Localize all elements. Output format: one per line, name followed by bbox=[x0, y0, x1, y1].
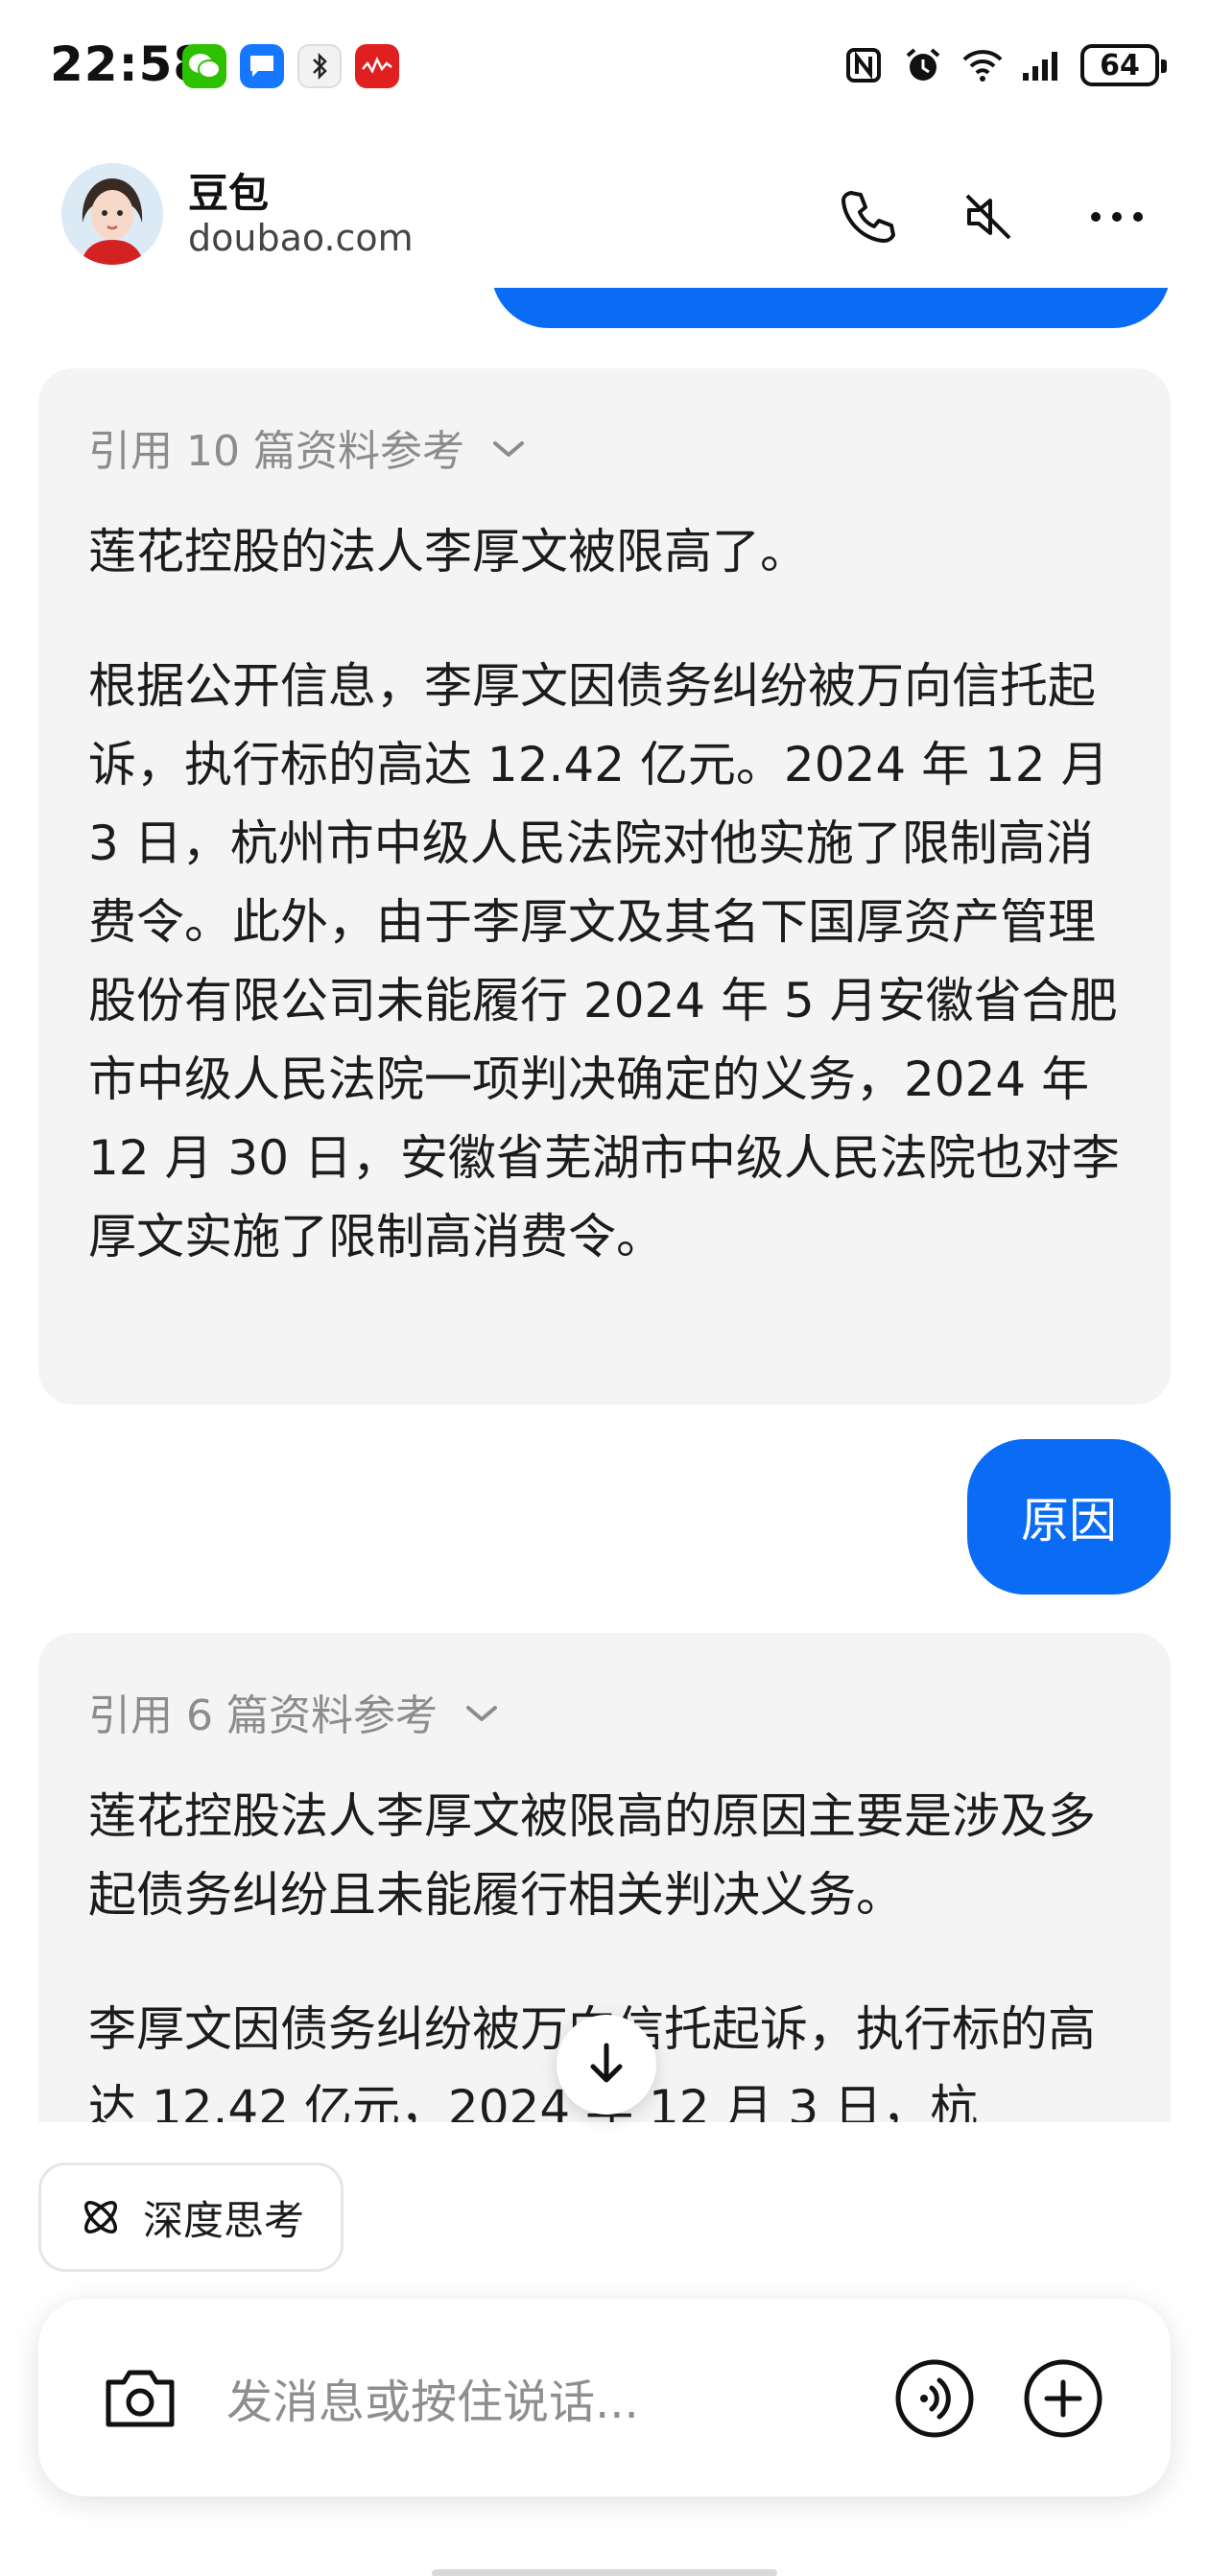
camera-icon bbox=[106, 2370, 175, 2427]
more-icon bbox=[1091, 212, 1143, 222]
chat-area[interactable]: 引用 10 篇资料参考 莲花控股的法人李厚文被限高了。 根据公开信息，李厚文因债… bbox=[0, 288, 1209, 2130]
more-button[interactable] bbox=[1079, 178, 1155, 255]
reply-paragraph: 莲花控股法人李厚文被限高的原因主要是涉及多起债务纠纷且未能履行相关判决义务。 bbox=[88, 1788, 1096, 1923]
deep-think-label: 深度思考 bbox=[143, 2196, 305, 2244]
avatar[interactable] bbox=[61, 163, 163, 265]
phone-button[interactable] bbox=[829, 178, 906, 255]
references-toggle[interactable]: 引用 10 篇资料参考 bbox=[88, 416, 1121, 478]
arrow-down-icon bbox=[590, 2043, 623, 2083]
references-label: 引用 10 篇资料参考 bbox=[88, 427, 464, 476]
message-input-bar: 发消息或按住说话... bbox=[38, 2299, 1171, 2496]
camera-button[interactable] bbox=[94, 2352, 186, 2445]
contact-name: 豆包 bbox=[188, 170, 270, 217]
plus-circle-icon bbox=[1024, 2359, 1102, 2438]
phone-icon bbox=[842, 191, 895, 243]
references-label: 引用 6 篇资料参考 bbox=[88, 1691, 438, 1740]
previous-user-bubble bbox=[491, 288, 1171, 328]
status-system-icons: 64 bbox=[842, 44, 1167, 86]
signal-icon bbox=[1021, 44, 1063, 86]
chevron-down-icon bbox=[492, 441, 524, 457]
home-indicator bbox=[432, 2569, 777, 2576]
reply-paragraph: 莲花控股的法人李厚文被限高了。 bbox=[88, 524, 808, 579]
battery-level: 64 bbox=[1100, 48, 1140, 83]
message-input[interactable]: 发消息或按住说话... bbox=[226, 2364, 639, 2431]
nfc-icon bbox=[842, 44, 885, 86]
reply-paragraph: 根据公开信息，李厚文因债务纠纷被万向信托起诉，执行标的高达 12.42 亿元。2… bbox=[88, 658, 1120, 1264]
battery-icon: 64 bbox=[1080, 44, 1167, 86]
wifi-icon bbox=[961, 44, 1004, 86]
add-button[interactable] bbox=[1019, 2354, 1107, 2443]
bluetooth-app-icon bbox=[297, 44, 342, 88]
voice-wave-icon bbox=[895, 2359, 974, 2438]
assistant-reply-card: 引用 10 篇资料参考 莲花控股的法人李厚文被限高了。 根据公开信息，李厚文因债… bbox=[38, 368, 1171, 1405]
scroll-to-bottom-button[interactable] bbox=[557, 2015, 656, 2115]
voice-button[interactable] bbox=[890, 2354, 979, 2443]
alarm-icon bbox=[902, 44, 944, 86]
user-message-bubble: 原因 bbox=[967, 1439, 1171, 1595]
wechat-icon bbox=[182, 44, 226, 88]
music-app-icon bbox=[355, 44, 399, 88]
composer-area: 深度思考 发消息或按住说话... bbox=[0, 2122, 1209, 2576]
chat-header: 豆包 doubao.com bbox=[0, 144, 1209, 288]
messages-icon bbox=[240, 44, 284, 88]
status-bar: 22:58 64 bbox=[0, 0, 1209, 144]
references-toggle[interactable]: 引用 6 篇资料参考 bbox=[88, 1681, 1121, 1742]
status-app-icons bbox=[182, 44, 399, 88]
user-message-text: 原因 bbox=[1021, 1493, 1117, 1548]
chevron-down-icon bbox=[465, 1706, 497, 1721]
mute-button[interactable] bbox=[950, 178, 1027, 255]
contact-domain: doubao.com bbox=[188, 217, 414, 259]
speaker-muted-icon bbox=[965, 194, 1011, 240]
deep-think-button[interactable]: 深度思考 bbox=[38, 2162, 344, 2272]
atom-icon bbox=[84, 2201, 117, 2233]
